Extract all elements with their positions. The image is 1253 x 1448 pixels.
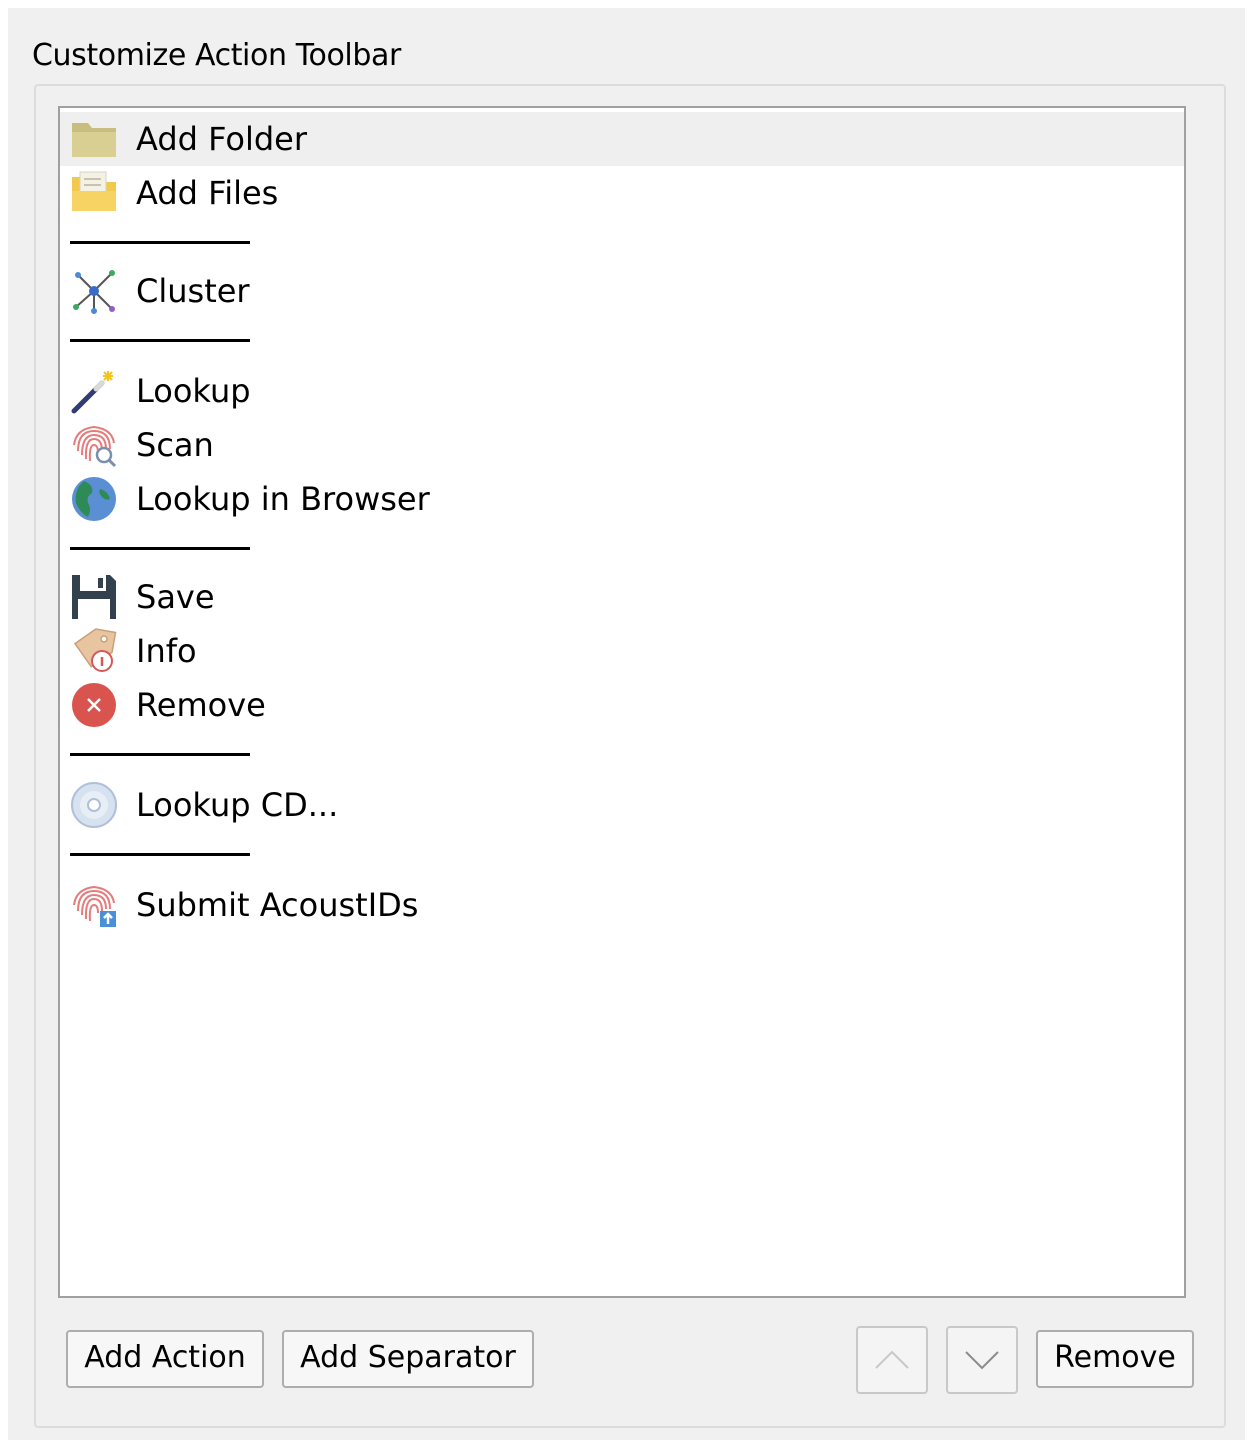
magic-wand-icon: [70, 367, 118, 415]
separator-line: [70, 339, 250, 342]
add-files-icon: [70, 169, 118, 217]
list-item-scan[interactable]: Scan: [60, 418, 1184, 472]
add-action-button[interactable]: Add Action: [66, 1330, 264, 1388]
globe-icon: [70, 475, 118, 523]
list-item-label: Add Folder: [136, 120, 308, 158]
chevron-down-icon: [948, 1340, 1016, 1380]
tag-icon: [70, 627, 118, 675]
add-separator-button[interactable]: Add Separator: [282, 1330, 534, 1388]
list-item-remove[interactable]: Remove: [60, 678, 1184, 732]
folder-icon: [70, 115, 118, 163]
list-item-label: Add Files: [136, 174, 279, 212]
move-up-button[interactable]: [856, 1326, 928, 1394]
toolbar-actions-list[interactable]: Add Folder Add Files Cluster Lookup Scan…: [58, 106, 1186, 1298]
fingerprint-scan-icon: [70, 421, 118, 469]
list-item-add-folder[interactable]: Add Folder: [60, 112, 1184, 166]
list-item-lookup[interactable]: Lookup: [60, 364, 1184, 418]
list-item-label: Scan: [136, 426, 214, 464]
list-item-label: Remove: [136, 686, 266, 724]
floppy-disk-icon: [70, 573, 118, 621]
list-item-add-files[interactable]: Add Files: [60, 166, 1184, 220]
separator-line: [70, 853, 250, 856]
list-item-info[interactable]: Info: [60, 624, 1184, 678]
list-item-label: Lookup in Browser: [136, 480, 430, 518]
list-item-label: Lookup CD...: [136, 786, 339, 824]
separator-line: [70, 241, 250, 244]
list-item-label: Info: [136, 632, 197, 670]
separator-line: [70, 753, 250, 756]
list-item-lookup-in-browser[interactable]: Lookup in Browser: [60, 472, 1184, 526]
move-down-button[interactable]: [946, 1326, 1018, 1394]
remove-button[interactable]: Remove: [1036, 1330, 1194, 1388]
list-item-label: Cluster: [136, 272, 250, 310]
list-item-save[interactable]: Save: [60, 570, 1184, 624]
cluster-icon: [70, 267, 118, 315]
cd-icon: [70, 781, 118, 829]
chevron-up-icon: [858, 1340, 926, 1380]
fingerprint-submit-icon: [70, 881, 118, 929]
remove-circle-icon: [70, 681, 118, 729]
list-item-submit-acoustids[interactable]: Submit AcoustIDs: [60, 878, 1184, 932]
list-item-label: Submit AcoustIDs: [136, 886, 419, 924]
list-item-label: Lookup: [136, 372, 251, 410]
separator-line: [70, 547, 250, 550]
list-item-lookup-cd[interactable]: Lookup CD...: [60, 778, 1184, 832]
list-item-cluster[interactable]: Cluster: [60, 264, 1184, 318]
list-item-label: Save: [136, 578, 215, 616]
group-title: Customize Action Toolbar: [32, 38, 401, 73]
